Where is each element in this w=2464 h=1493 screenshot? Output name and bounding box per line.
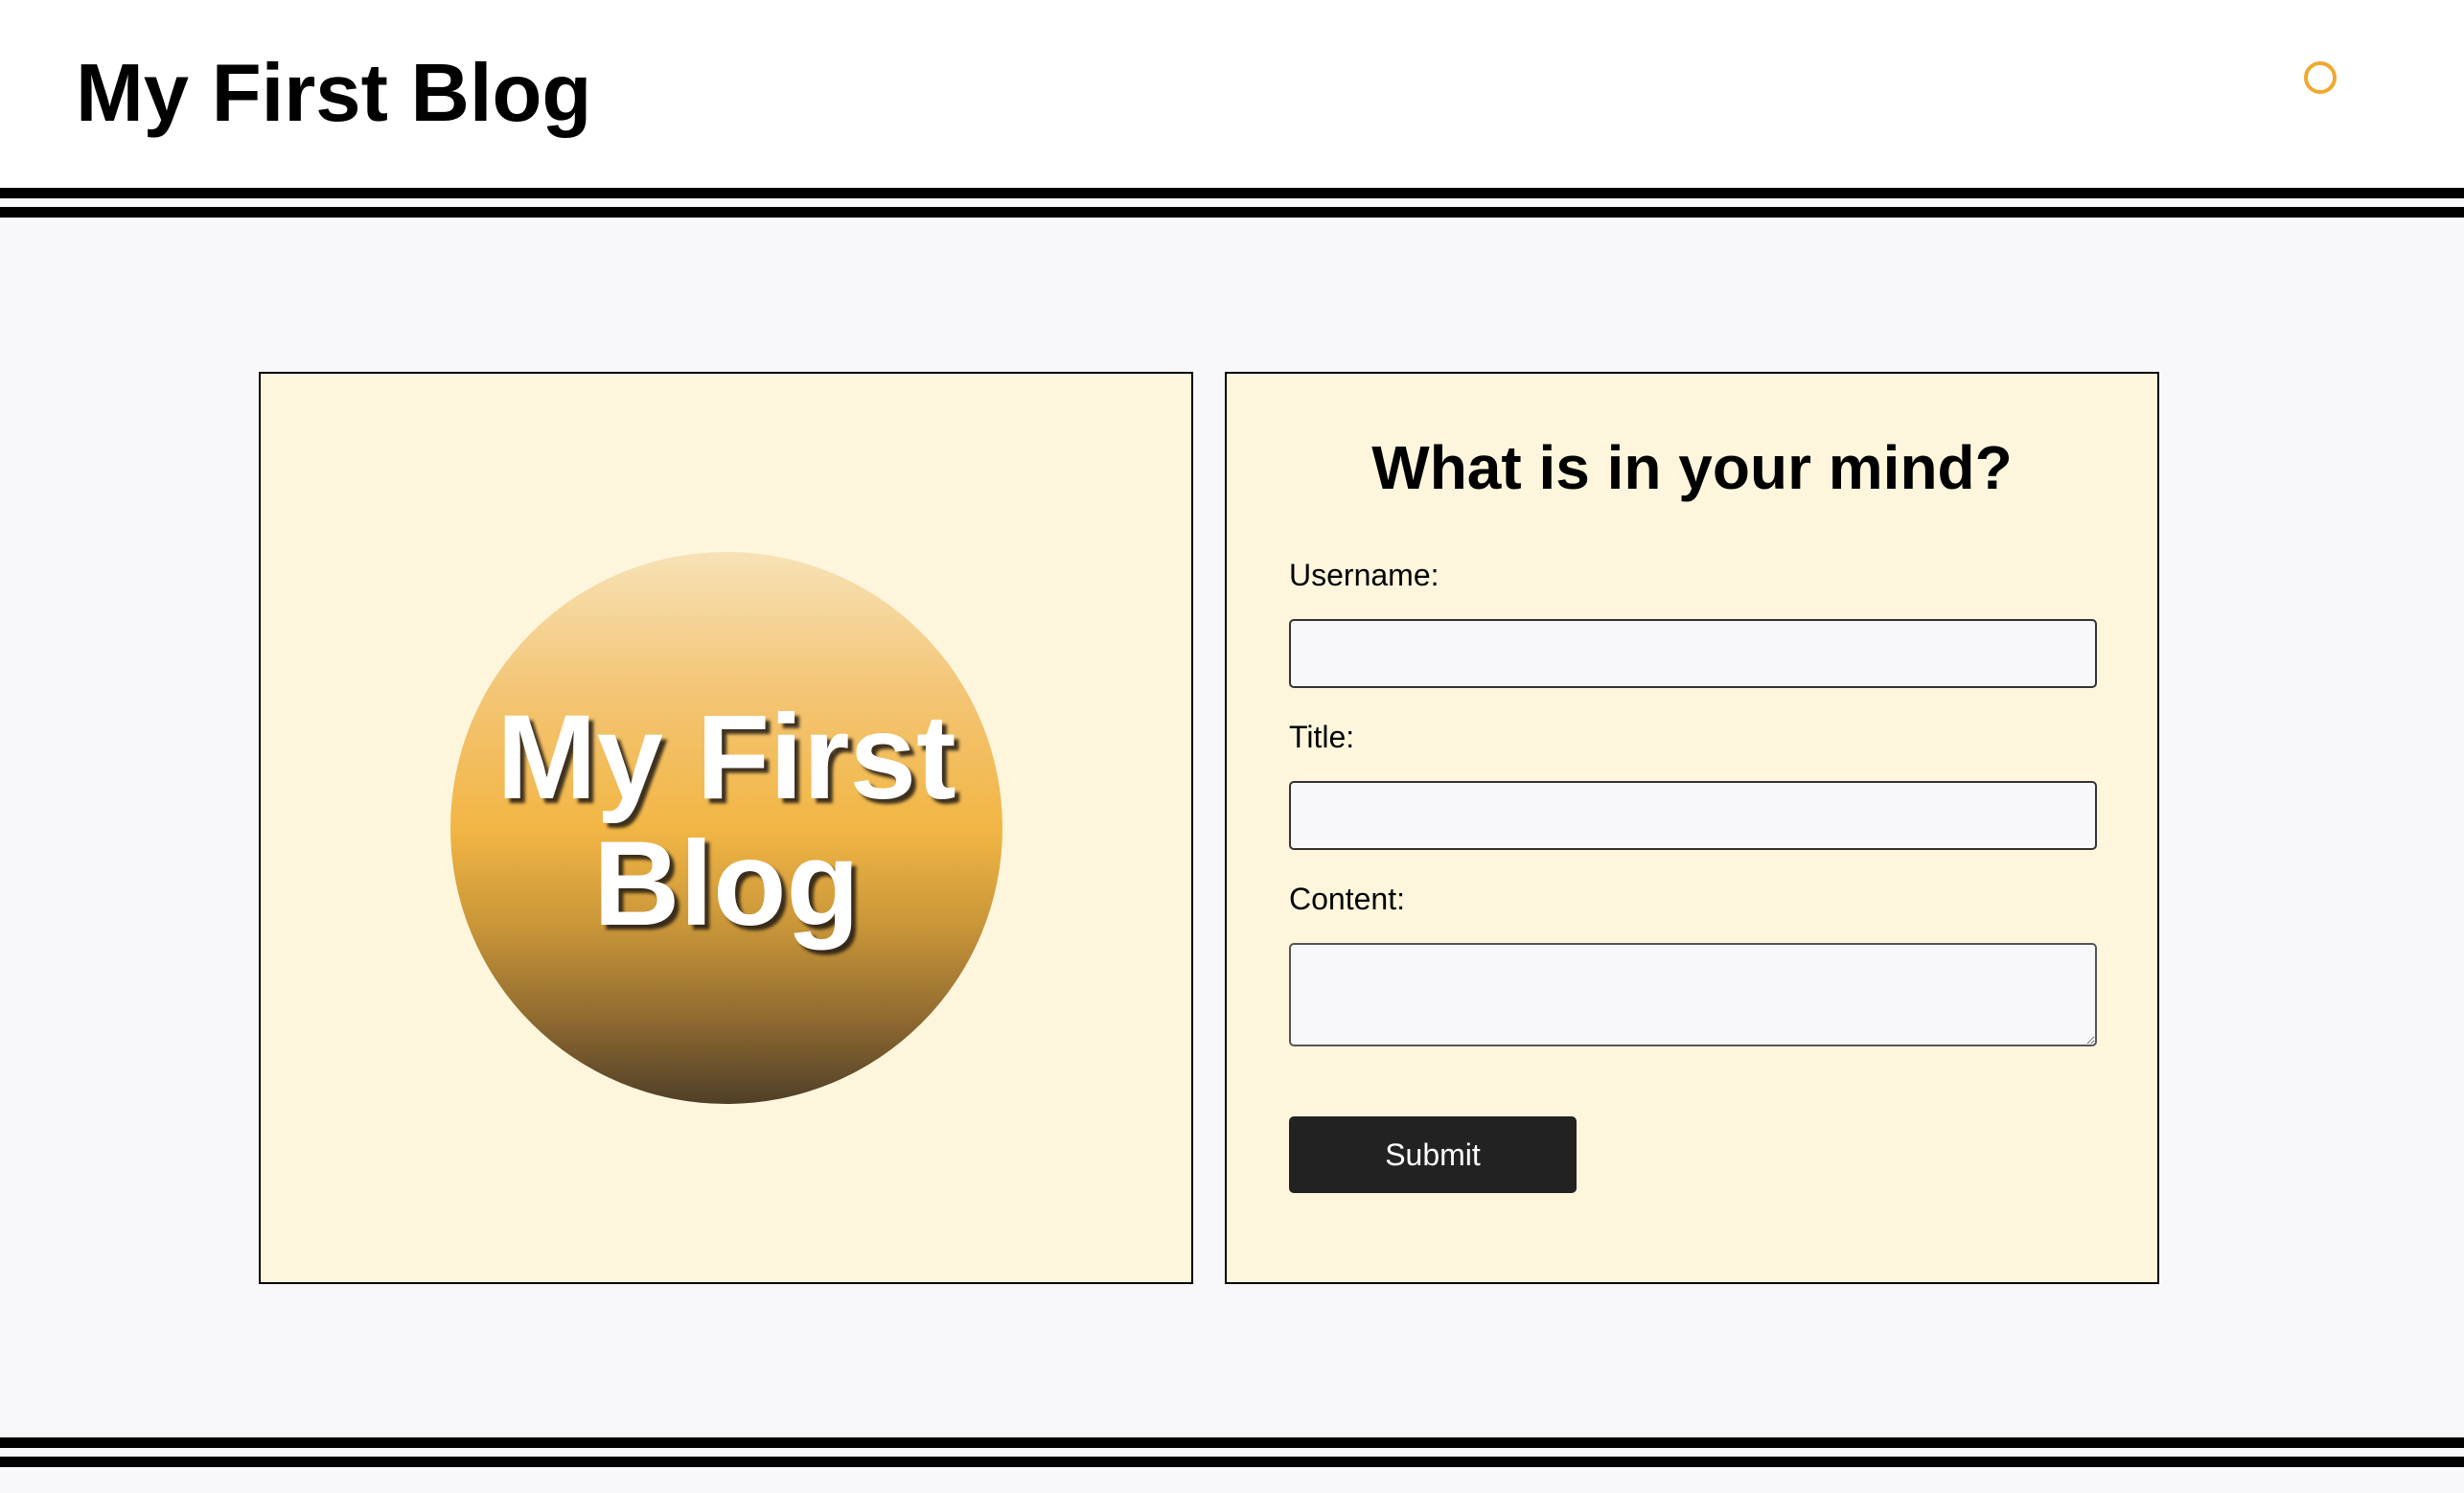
header-divider-bottom [0, 207, 2464, 218]
content-label: Content: [1289, 882, 1405, 916]
header-divider-top [0, 188, 2464, 198]
form-heading: What is in your mind? [1371, 433, 2013, 502]
blog-logo-text: My First Blog [496, 695, 956, 948]
post-form-card: What is in your mind? Username: Title: C… [1225, 372, 2159, 1284]
blog-logo: My First Blog [450, 552, 1002, 1104]
submit-button[interactable]: Submit [1289, 1116, 1577, 1193]
circle-icon[interactable] [2304, 61, 2337, 94]
site-header: My First Blog [0, 0, 2464, 188]
content-textarea[interactable] [1289, 943, 2097, 1046]
footer-divider-bottom [0, 1457, 2464, 1467]
blog-logo-line-2: Blog [593, 817, 860, 951]
logo-card: My First Blog [259, 372, 1193, 1284]
title-label: Title: [1289, 720, 1355, 754]
footer-divider-top [0, 1437, 2464, 1448]
title-input[interactable] [1289, 781, 2097, 850]
site-title: My First Blog [76, 48, 592, 139]
blog-logo-line-1: My First [496, 691, 956, 824]
username-input[interactable] [1289, 619, 2097, 688]
username-label: Username: [1289, 558, 1439, 592]
